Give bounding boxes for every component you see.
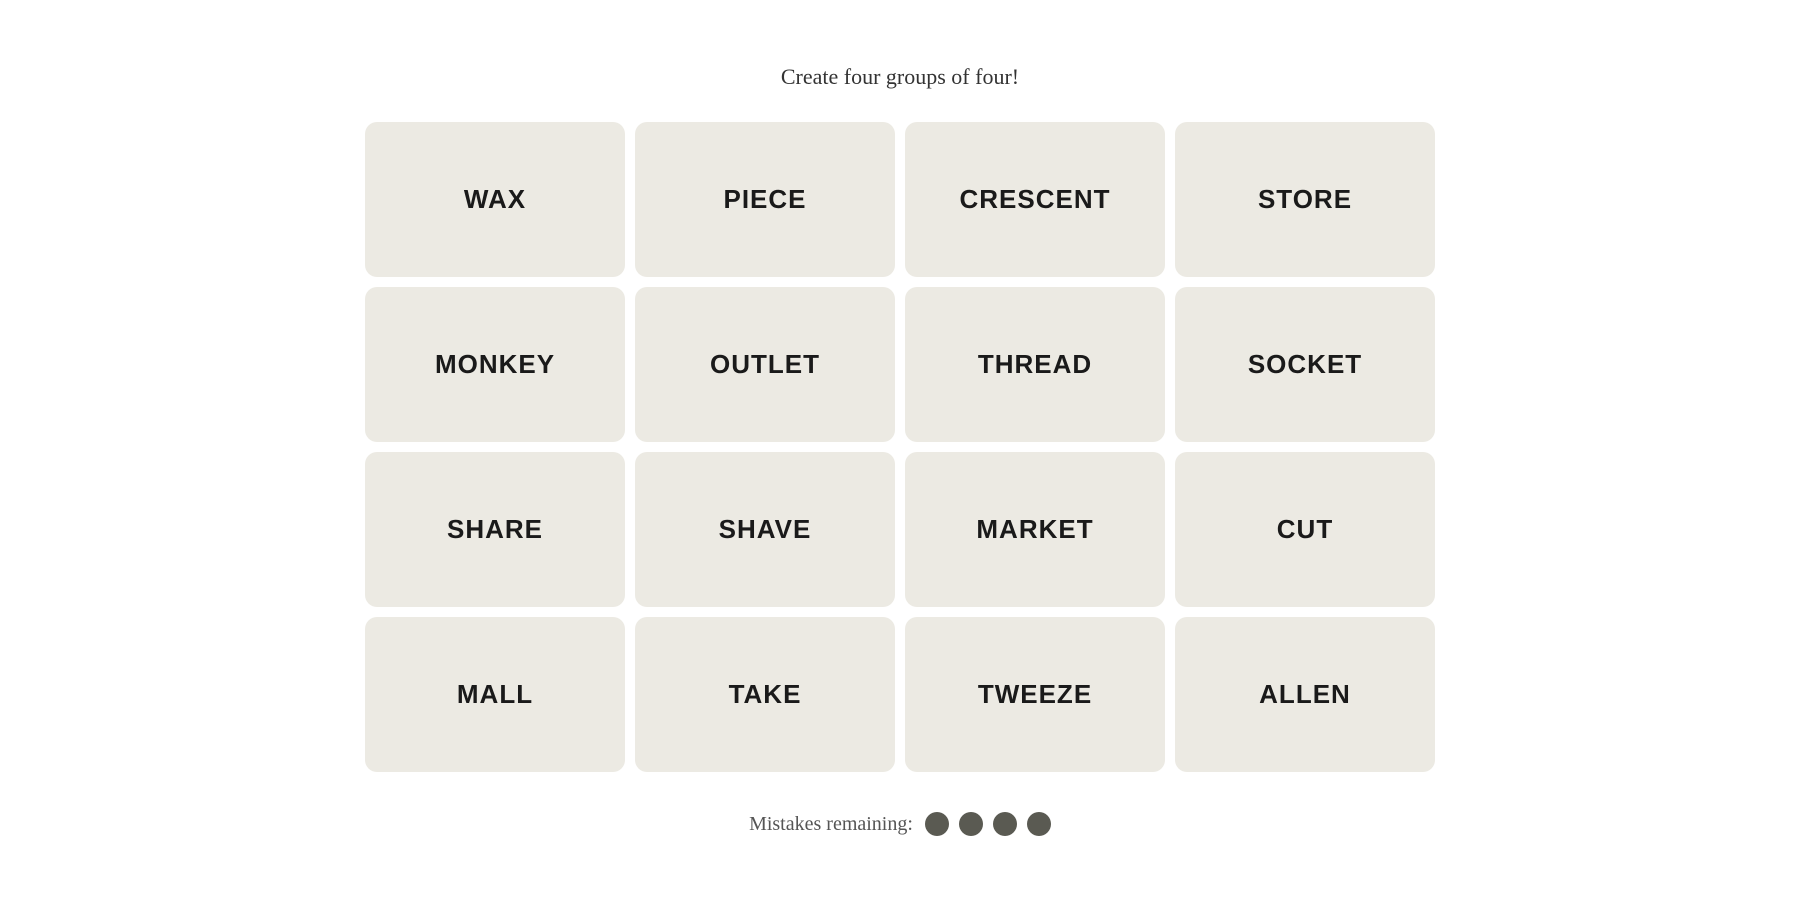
tile-piece[interactable]: PIECE (635, 122, 895, 277)
tile-label-monkey: MONKEY (435, 349, 555, 380)
mistakes-row: Mistakes remaining: (749, 812, 1051, 836)
tile-label-share: SHARE (447, 514, 543, 545)
tile-take[interactable]: TAKE (635, 617, 895, 772)
mistake-dot-2 (959, 812, 983, 836)
tile-mall[interactable]: MALL (365, 617, 625, 772)
tile-cut[interactable]: CUT (1175, 452, 1435, 607)
tile-wax[interactable]: WAX (365, 122, 625, 277)
tile-market[interactable]: MARKET (905, 452, 1165, 607)
mistakes-label: Mistakes remaining: (749, 813, 913, 836)
tile-crescent[interactable]: CRESCENT (905, 122, 1165, 277)
tile-shave[interactable]: SHAVE (635, 452, 895, 607)
tile-share[interactable]: SHARE (365, 452, 625, 607)
tile-label-allen: ALLEN (1259, 679, 1351, 710)
mistake-dot-3 (993, 812, 1017, 836)
tile-outlet[interactable]: OUTLET (635, 287, 895, 442)
mistake-dot-4 (1027, 812, 1051, 836)
tile-label-wax: WAX (464, 184, 526, 215)
tile-label-outlet: OUTLET (710, 349, 820, 380)
tile-socket[interactable]: SOCKET (1175, 287, 1435, 442)
tile-label-piece: PIECE (723, 184, 806, 215)
tile-monkey[interactable]: MONKEY (365, 287, 625, 442)
tile-store[interactable]: STORE (1175, 122, 1435, 277)
tile-label-crescent: CRESCENT (959, 184, 1110, 215)
word-grid: WAX PIECE CRESCENT STORE MONKEY OUTLET THREAD S… (365, 122, 1435, 772)
tile-tweeze[interactable]: TWEEZE (905, 617, 1165, 772)
tile-label-mall: MALL (457, 679, 533, 710)
tile-label-socket: SOCKET (1248, 349, 1362, 380)
mistakes-dots (925, 812, 1051, 836)
tile-label-thread: THREAD (978, 349, 1092, 380)
tile-label-tweeze: TWEEZE (978, 679, 1092, 710)
tile-label-market: MARKET (976, 514, 1093, 545)
tile-label-store: STORE (1258, 184, 1352, 215)
tile-label-take: TAKE (729, 679, 802, 710)
tile-label-cut: CUT (1277, 514, 1333, 545)
tile-label-shave: SHAVE (719, 514, 812, 545)
instructions-text: Create four groups of four! (781, 64, 1019, 90)
tile-allen[interactable]: ALLEN (1175, 617, 1435, 772)
mistake-dot-1 (925, 812, 949, 836)
tile-thread[interactable]: THREAD (905, 287, 1165, 442)
